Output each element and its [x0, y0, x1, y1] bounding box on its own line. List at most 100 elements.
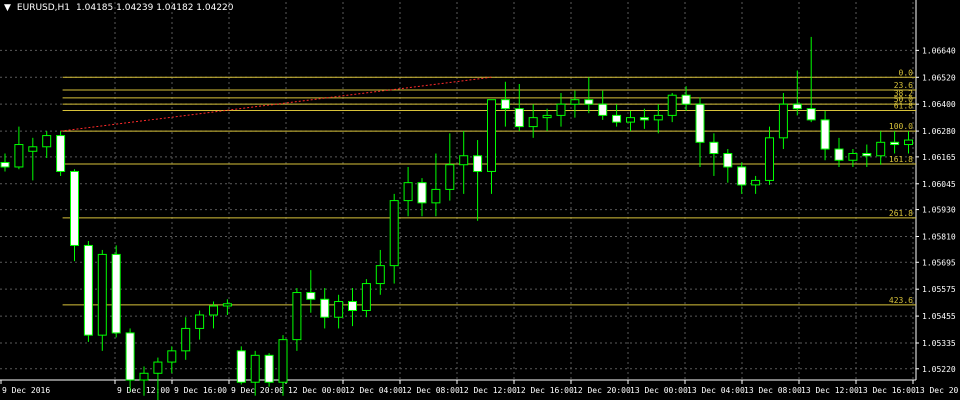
- x-tick-label: 9 Dec 16:00: [174, 386, 227, 395]
- candle-body: [167, 350, 177, 363]
- fibo-level-label: 61.8: [894, 101, 913, 110]
- candle-body: [612, 114, 622, 123]
- price-chart[interactable]: 1.06640 1.06520 1.06400 1.06280 1.06165 1.060…: [0, 0, 960, 400]
- candle-body: [487, 99, 496, 172]
- candle-body: [556, 103, 566, 116]
- y-tick-label: 1.06280: [922, 127, 956, 136]
- candle-body: [250, 354, 260, 383]
- candle-body: [528, 117, 538, 128]
- candle-body: [653, 114, 663, 121]
- y-tick-label: 1.06165: [922, 153, 956, 162]
- y-tick-label: 1.06045: [922, 180, 956, 189]
- x-tick-label: 13 Dec 00:00: [630, 386, 688, 395]
- x-tick-label: 12 Dec 04:00: [345, 386, 403, 395]
- candle-body: [570, 99, 580, 105]
- y-tick-label: 1.05455: [922, 312, 956, 321]
- y-tick-label: 1.05220: [922, 365, 956, 374]
- candle-body: [153, 361, 163, 374]
- y-tick-label: 1.05810: [922, 232, 956, 241]
- x-tick-label: 13 Dec 04:00: [687, 386, 745, 395]
- y-tick-label: 1.05695: [922, 258, 956, 267]
- x-tick-label: 12 Dec 00:00: [288, 386, 346, 395]
- candle-body: [278, 339, 288, 383]
- candle-body: [320, 298, 330, 318]
- candle-body: [14, 144, 24, 168]
- candle-body: [751, 179, 761, 186]
- candle-body: [820, 119, 830, 150]
- candle-body: [834, 148, 844, 161]
- fibo-level-label: 261.8: [889, 209, 913, 218]
- candle-body: [361, 283, 371, 311]
- candle-body: [500, 99, 510, 110]
- candle-body: [848, 153, 858, 161]
- candle-body: [598, 103, 608, 116]
- x-tick-label: 13 Dec 12:00: [801, 386, 859, 395]
- candle-body: [181, 327, 191, 352]
- y-tick-label: 1.05930: [922, 206, 956, 215]
- candle-body: [417, 182, 427, 204]
- candle-body: [70, 170, 79, 246]
- candle-body: [862, 153, 872, 157]
- x-tick-label: 12 Dec 12:00: [459, 386, 517, 395]
- candle-body: [904, 139, 913, 146]
- candle-body: [542, 114, 552, 119]
- candle-body: [681, 94, 691, 105]
- candle-body: [876, 141, 886, 157]
- candle-body: [723, 153, 733, 168]
- candle-body: [83, 244, 93, 336]
- y-tick-label: 1.05335: [922, 339, 956, 348]
- candle-body: [292, 292, 302, 341]
- y-tick-label: 1.05575: [922, 285, 956, 294]
- candle-body: [125, 332, 135, 381]
- candle-body: [792, 103, 802, 110]
- candle-body: [56, 135, 66, 172]
- candle-body: [264, 354, 274, 383]
- candle-body: [778, 103, 788, 139]
- candle-body: [0, 161, 10, 168]
- candle-body: [431, 188, 441, 204]
- candle-body: [445, 164, 455, 190]
- candle-body: [348, 301, 357, 311]
- candle-body: [97, 253, 107, 336]
- x-tick-label: 13 Dec 08:00: [744, 386, 802, 395]
- candle-body: [334, 301, 344, 318]
- candle-body: [639, 117, 649, 121]
- candle-body: [737, 166, 747, 186]
- candle-body: [806, 108, 816, 121]
- candle-body: [626, 117, 635, 123]
- fibo-level-label: 161.8: [889, 155, 913, 164]
- candle-body: [306, 292, 316, 300]
- y-tick-label: 1.06640: [922, 46, 956, 55]
- x-tick-label: 13 Dec 20:00: [915, 386, 960, 395]
- fibo-level-label: 100.0: [889, 122, 913, 131]
- candle-body: [111, 253, 121, 334]
- candle-body: [375, 265, 385, 285]
- x-tick-label: 12 Dec 16:00: [516, 386, 574, 395]
- candle-body: [195, 314, 205, 329]
- y-tick-label: 1.06520: [922, 73, 956, 82]
- fibo-level-label: 0.0: [899, 68, 914, 77]
- x-tick-label: 9 Dec 20:00: [231, 386, 284, 395]
- candle-body: [222, 303, 232, 307]
- candle-body: [473, 155, 483, 172]
- candle-body: [403, 182, 413, 202]
- fibo-level-label: 423.6: [889, 296, 913, 305]
- candle-body: [667, 94, 677, 116]
- candle-body: [209, 305, 218, 316]
- candle-body: [42, 135, 52, 148]
- x-tick-label: 12 Dec 20:00: [573, 386, 631, 395]
- candle-body: [139, 372, 149, 381]
- x-tick-label: 13 Dec 16:00: [858, 386, 916, 395]
- candle-body: [459, 155, 469, 166]
- candle-body: [514, 108, 524, 128]
- y-tick-label: 1.06400: [922, 100, 956, 109]
- x-tick-label: 9 Dec 2016: [2, 386, 50, 395]
- candle-body: [709, 141, 719, 155]
- candle-body: [28, 146, 38, 152]
- candle-body: [584, 99, 594, 105]
- candle-body: [695, 103, 705, 143]
- candle-body: [236, 350, 246, 383]
- x-tick-label: 12 Dec 08:00: [402, 386, 460, 395]
- candle-body: [890, 141, 900, 146]
- candle-body: [389, 200, 399, 267]
